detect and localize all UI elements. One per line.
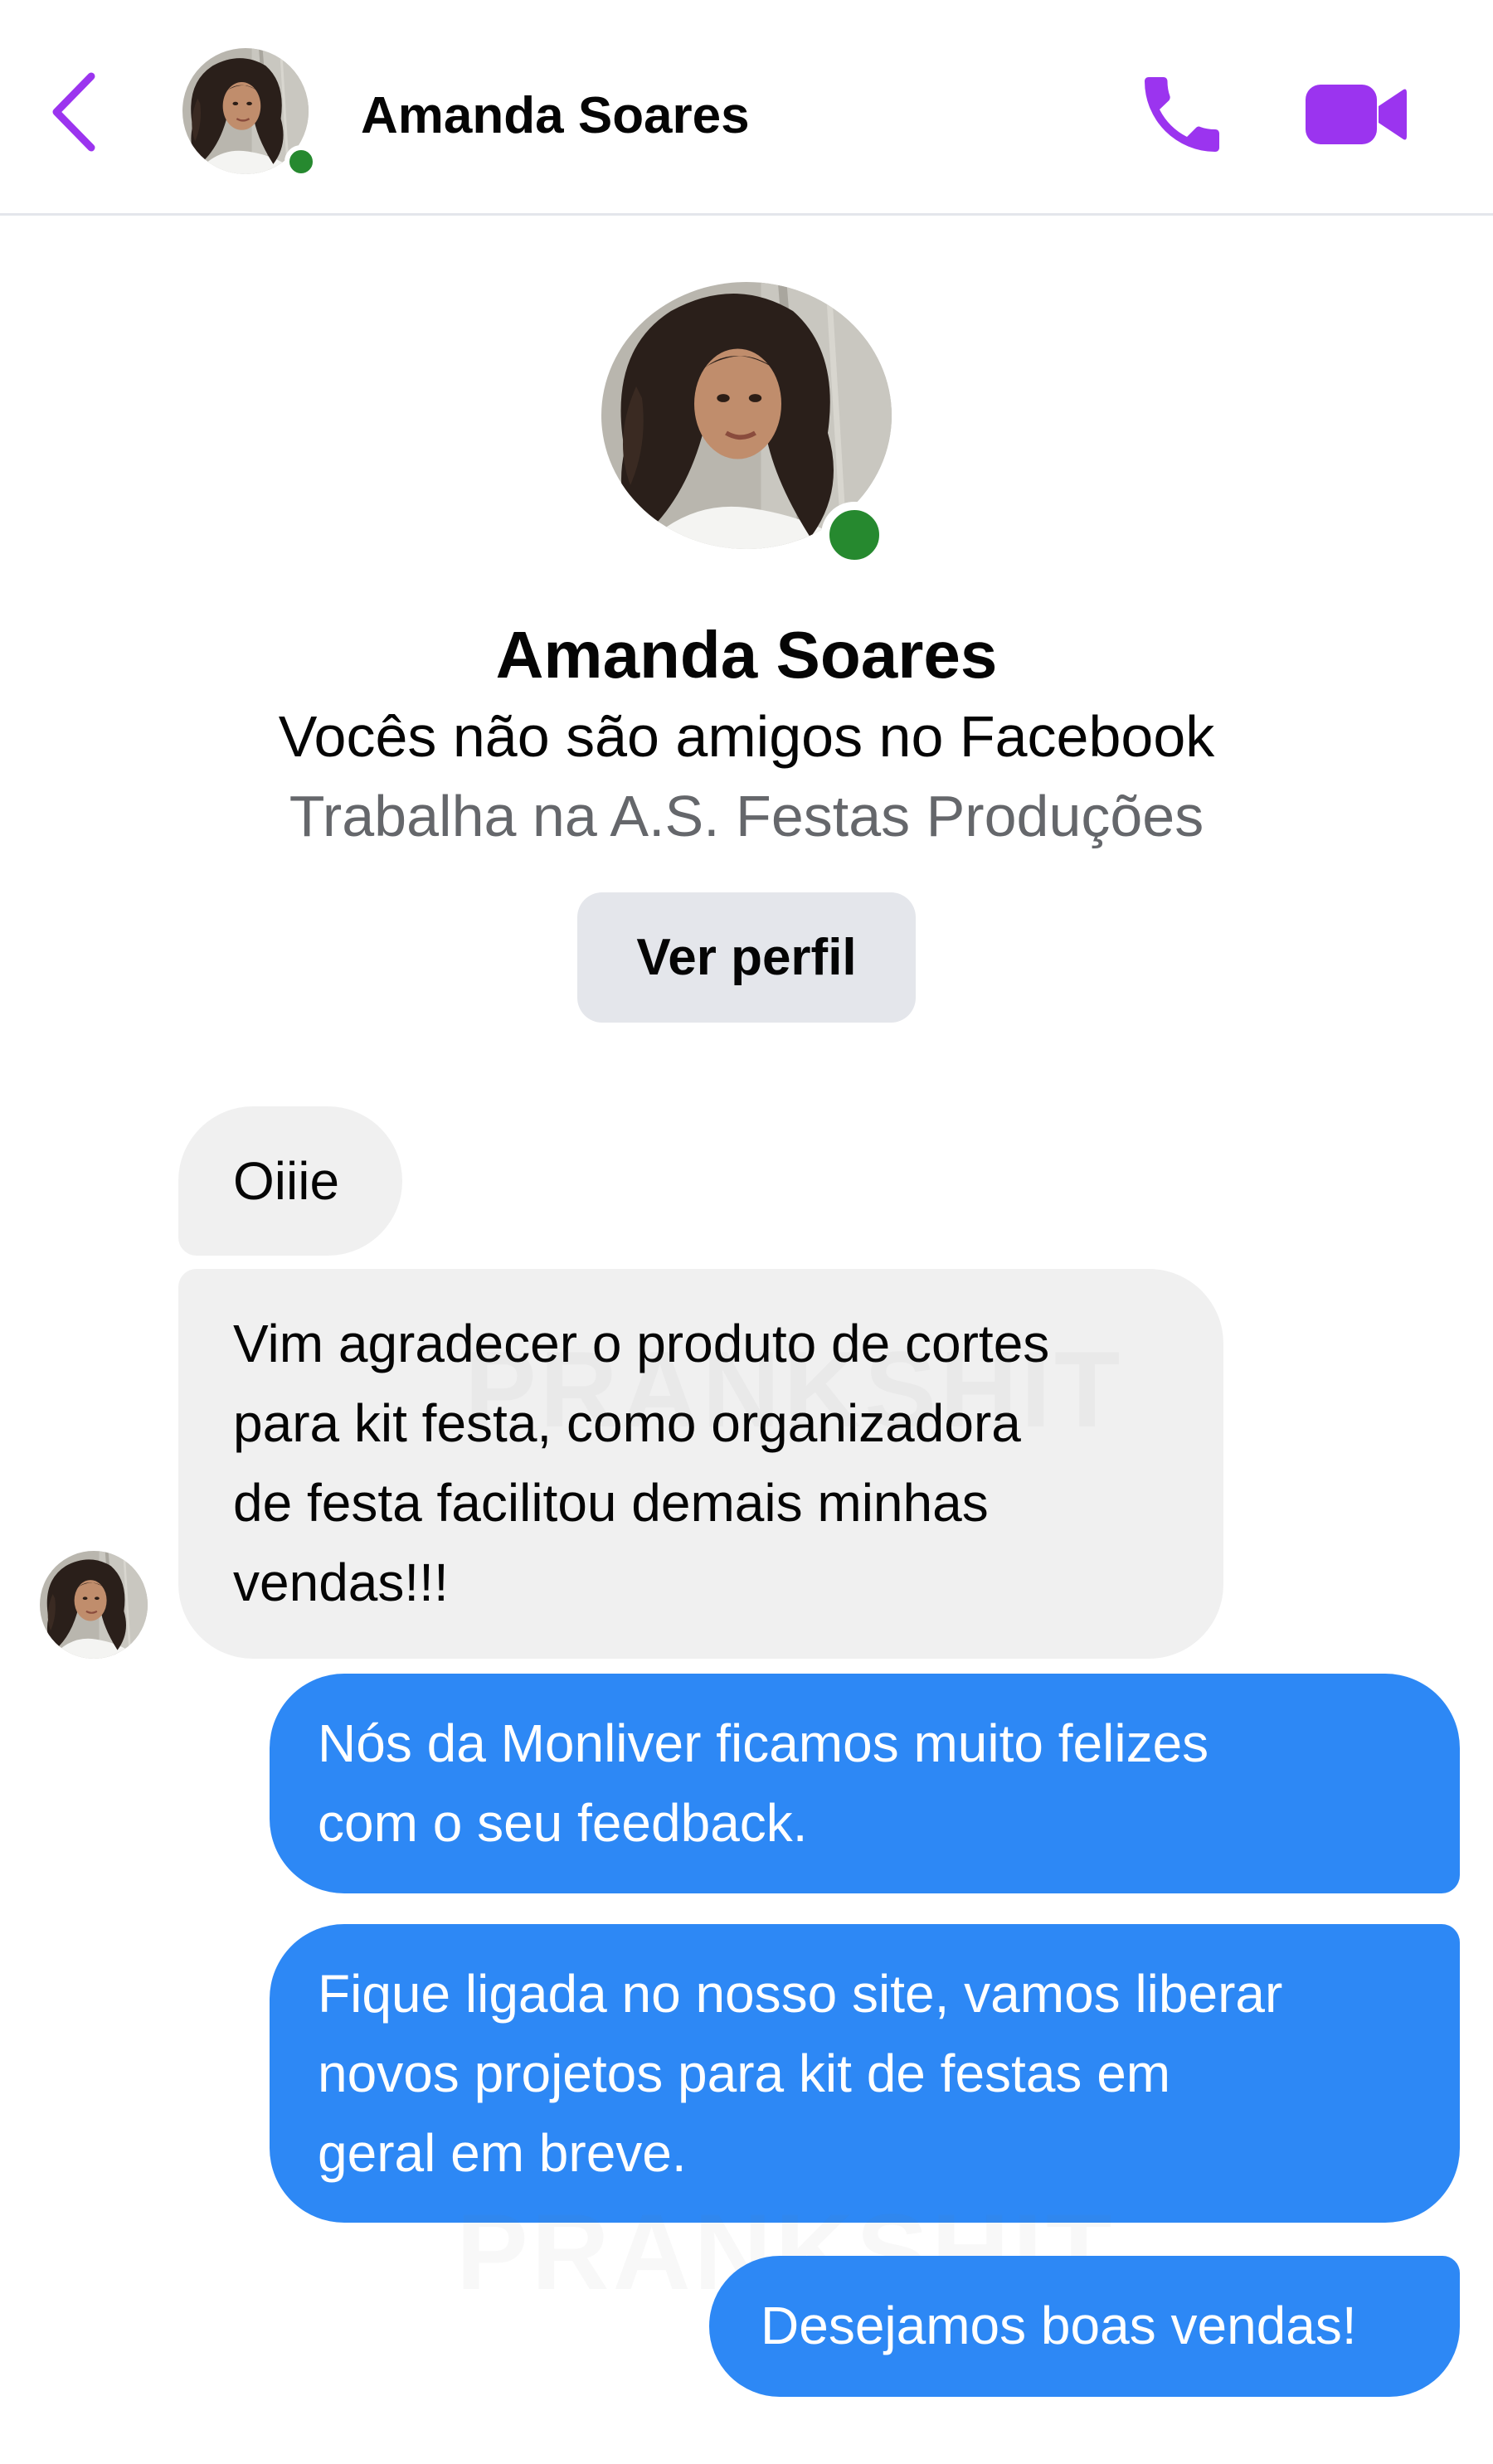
friendship-status: Vocês não são amigos no Facebook	[278, 704, 1215, 769]
message-text: Desejamos boas vendas!	[761, 2296, 1357, 2355]
chat-header: Amanda Soares	[0, 0, 1493, 216]
back-button[interactable]	[41, 66, 108, 158]
outgoing-message[interactable]: Desejamos boas vendas!	[709, 2256, 1460, 2397]
outgoing-message[interactable]: Fique ligada no nosso site, vamos libera…	[270, 1924, 1460, 2223]
online-status-dot	[284, 145, 318, 178]
message-line: com o seu feedback.	[318, 1793, 808, 1853]
work-info: Trabalha na A.S. Festas Produções	[289, 784, 1204, 848]
incoming-message[interactable]: Oiiie	[178, 1106, 402, 1256]
message-line: Nós da Monliver ficamos muito felizes	[318, 1713, 1209, 1773]
message-line: para kit festa, como organizadora	[233, 1393, 1021, 1453]
view-profile-button[interactable]: Ver perfil	[577, 892, 916, 1023]
message-line: Fique ligada no nosso site, vamos libera…	[318, 1964, 1283, 2024]
message-text: Oiiie	[233, 1151, 340, 1211]
message-line: vendas!!!	[233, 1553, 449, 1612]
incoming-message[interactable]: Vim agradecer o produto de cortes para k…	[178, 1269, 1223, 1659]
message-line: Vim agradecer o produto de cortes	[233, 1314, 1050, 1373]
voice-call-button[interactable]	[1128, 65, 1236, 164]
phone-icon	[1145, 77, 1219, 152]
online-status-dot	[821, 502, 888, 568]
message-line: geral em breve.	[318, 2123, 687, 2183]
message-line: novos projetos para kit de festas em	[318, 2044, 1171, 2103]
video-camera-icon	[1306, 85, 1407, 144]
outgoing-message[interactable]: Nós da Monliver ficamos muito felizes co…	[270, 1674, 1460, 1893]
contact-name[interactable]: Amanda Soares	[361, 85, 750, 148]
profile-name: Amanda Soares	[495, 618, 998, 692]
video-call-button[interactable]	[1302, 73, 1410, 156]
chevron-left-icon	[52, 72, 95, 152]
message-line: de festa facilitou demais minhas	[233, 1473, 989, 1533]
sender-avatar[interactable]	[40, 1551, 148, 1659]
